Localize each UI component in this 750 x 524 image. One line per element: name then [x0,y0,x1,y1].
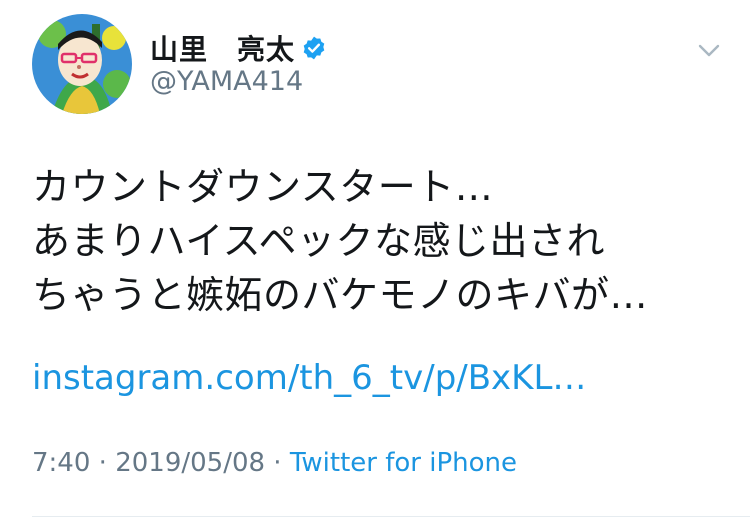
meta-separator: · [90,448,116,478]
tweet-card: 山里 亮太 @YAMA414 カウントダウンスタート… あまりハイスペックな感じ… [0,0,750,524]
tweet-text-line: あまりハイスペックな感じ出され [32,219,605,263]
tweet-source-link[interactable]: Twitter for iPhone [290,448,517,478]
tweet-metadata: 7:40 · 2019/05/08 · Twitter for iPhone [32,448,517,478]
chevron-down-icon[interactable] [694,36,724,66]
display-name[interactable]: 山里 亮太 [150,28,295,68]
user-handle[interactable]: @YAMA414 [150,66,303,97]
tweet-text-line: カウントダウンスタート… [32,165,494,209]
verified-badge-icon [301,35,327,61]
tweet-time: 7:40 [32,448,91,478]
tweet-text: カウントダウンスタート… あまりハイスペックな感じ出され ちゃうと嫉妬のバケモノ… [32,160,732,322]
meta-separator: · [265,448,290,478]
avatar-illustration [32,14,132,114]
name-row: 山里 亮太 [150,30,327,66]
tweet-date: 2019/05/08 [115,448,266,478]
profile-avatar[interactable] [32,14,132,114]
divider [32,516,750,517]
tweet-link[interactable]: instagram.com/th_6_tv/p/BxKL… [32,358,586,398]
tweet-text-line: ちゃうと嫉妬のバケモノのキバが… [32,273,649,317]
